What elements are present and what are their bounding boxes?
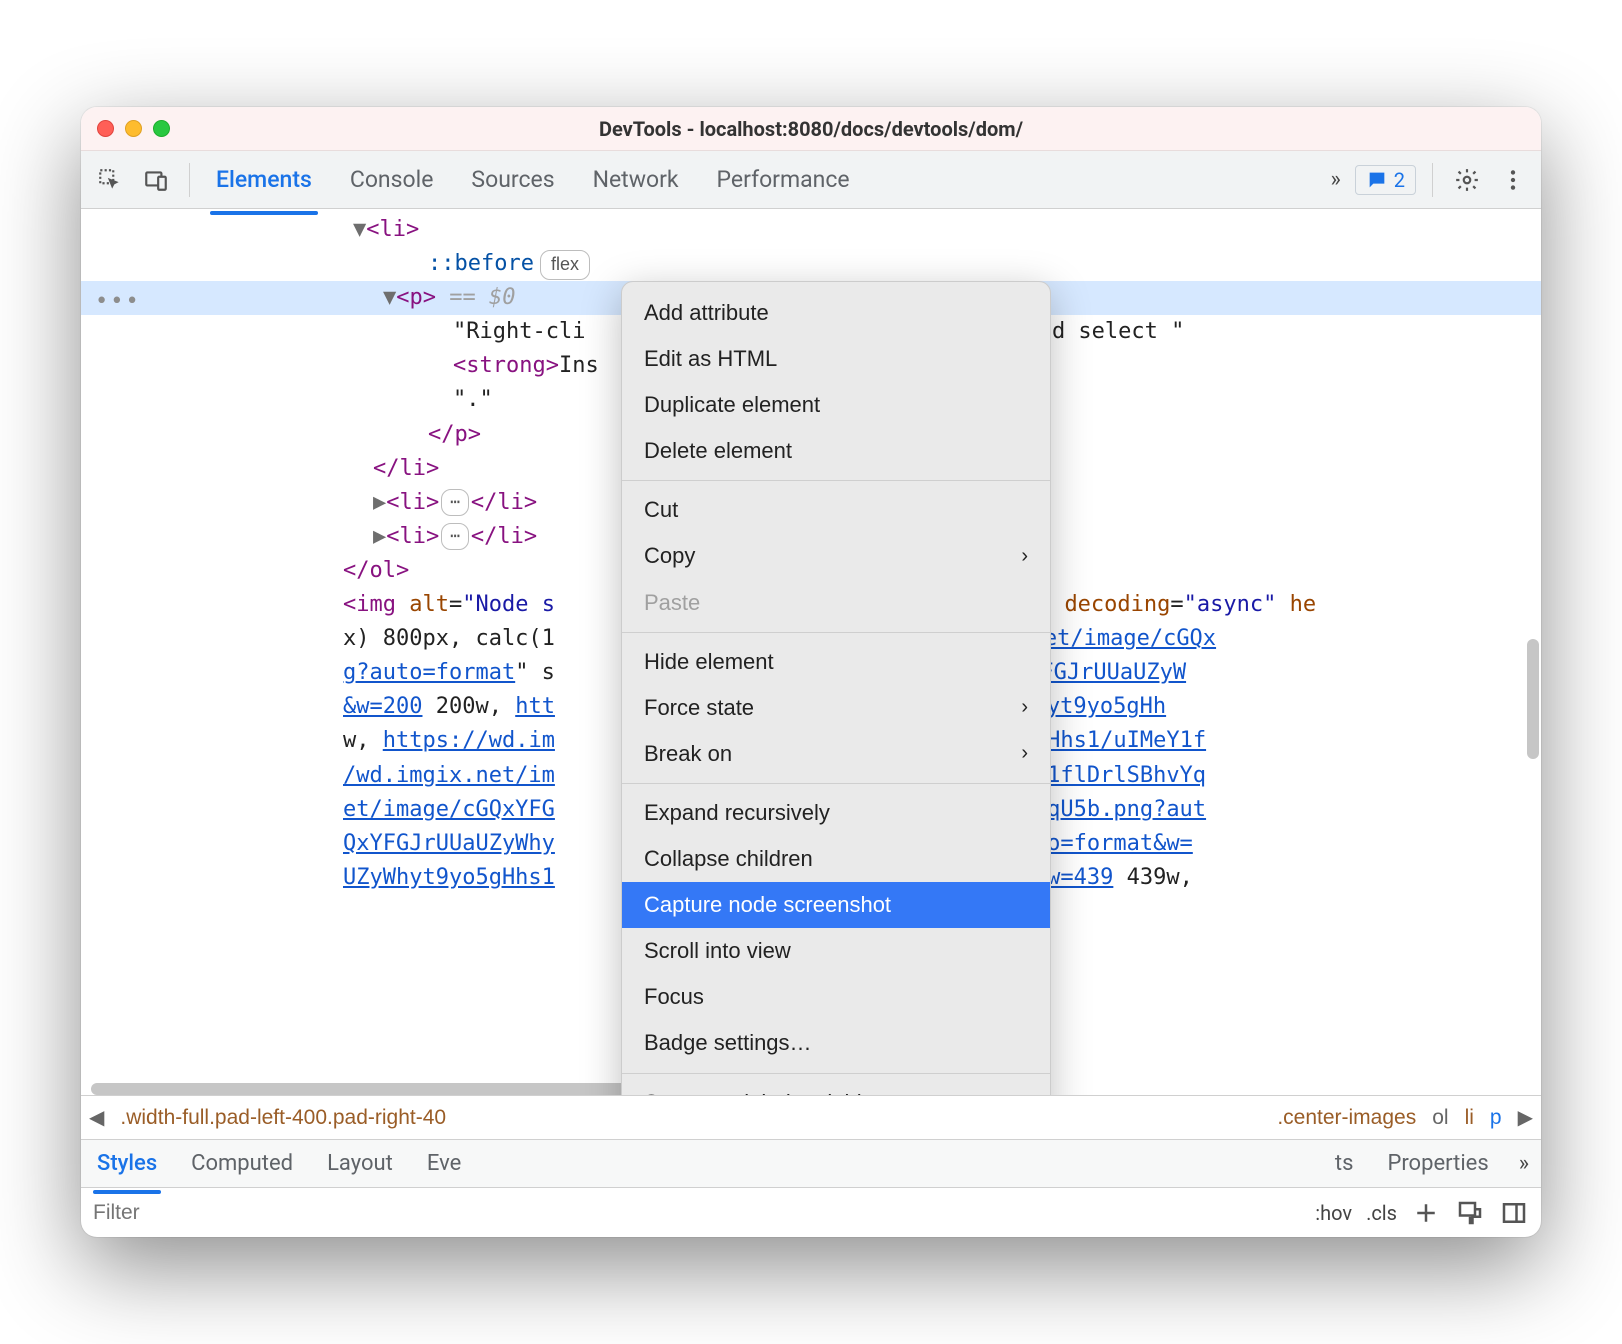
tab-console[interactable]: Console — [344, 156, 440, 203]
subtabs-overflow-icon[interactable]: » — [1519, 1151, 1529, 1176]
subtab-computed[interactable]: Computed — [187, 1143, 297, 1184]
chevron-right-icon: › — [1021, 692, 1028, 723]
kebab-menu-icon[interactable] — [1495, 162, 1531, 198]
breadcrumb-item[interactable]: .width-full.pad-left-400.pad-right-40 — [120, 1106, 446, 1130]
ctx-store-as-global[interactable]: Store as global variable — [622, 1080, 1050, 1096]
settings-gear-icon[interactable] — [1449, 162, 1485, 198]
ctx-duplicate-element[interactable]: Duplicate element — [622, 382, 1050, 428]
dom-text: "Right-cli — [453, 319, 585, 344]
ctx-edit-as-html[interactable]: Edit as HTML — [622, 336, 1050, 382]
collapsed-ellipsis-icon[interactable]: ⋯ — [441, 489, 469, 516]
pseudo-before[interactable]: ::before — [428, 251, 534, 276]
eq-dollar-zero: == $0 — [436, 285, 515, 310]
styles-filter-bar: :hov .cls — [81, 1187, 1541, 1237]
ctx-break-on[interactable]: Break on› — [622, 731, 1050, 777]
dom-tag-p-open: <p> — [396, 285, 436, 310]
close-window-button[interactable] — [97, 120, 114, 137]
styles-tabs: Styles Computed Layout Eve ts Properties… — [81, 1139, 1541, 1187]
ctx-badge-settings[interactable]: Badge settings… — [622, 1020, 1050, 1066]
issues-badge[interactable]: 2 — [1355, 165, 1416, 195]
chevron-left-icon[interactable]: ◀ — [89, 1105, 104, 1130]
url-link[interactable]: QxYFGJrUUaUZyWhy — [343, 831, 555, 856]
window-title: DevTools - localhost:8080/docs/devtools/… — [81, 117, 1541, 141]
ctx-collapse-children[interactable]: Collapse children — [622, 836, 1050, 882]
chevron-right-icon: › — [1021, 738, 1028, 769]
dom-tree[interactable]: ▼<li> ::beforeflex •••▼<p> == $0 "Right-… — [81, 209, 1541, 1095]
subtab-layout[interactable]: Layout — [323, 1143, 397, 1184]
chevron-right-icon[interactable]: ▶ — [1518, 1105, 1533, 1130]
ctx-capture-node-screenshot[interactable]: Capture node screenshot — [622, 882, 1050, 928]
ctx-delete-element[interactable]: Delete element — [622, 428, 1050, 474]
filter-input[interactable] — [93, 1201, 353, 1225]
dom-tag-img[interactable]: <img — [343, 592, 396, 617]
paint-icon[interactable] — [1455, 1198, 1485, 1228]
ctx-copy[interactable]: Copy› — [622, 533, 1050, 579]
collapsed-ellipsis-icon[interactable]: ⋯ — [441, 523, 469, 550]
dom-tag-li-close[interactable]: </li> — [373, 456, 439, 481]
dom-tag-strong[interactable]: <strong> — [453, 353, 559, 378]
url-link[interactable]: htt — [515, 694, 555, 719]
fullscreen-window-button[interactable] — [153, 120, 170, 137]
device-icon[interactable] — [137, 161, 175, 199]
ctx-add-attribute[interactable]: Add attribute — [622, 290, 1050, 336]
ctx-scroll-into-view[interactable]: Scroll into view — [622, 928, 1050, 974]
dom-tag-p-close[interactable]: </p> — [428, 422, 481, 447]
url-link[interactable]: /wd.imgix.net/im — [343, 763, 555, 788]
toolbar: Elements Console Sources Network Perform… — [81, 151, 1541, 209]
cls-toggle[interactable]: .cls — [1366, 1201, 1397, 1225]
breadcrumb-item[interactable]: ol — [1432, 1106, 1448, 1130]
panel-tabs: Elements Console Sources Network Perform… — [210, 156, 856, 203]
breadcrumb-item-current[interactable]: p — [1490, 1106, 1502, 1130]
subtab-properties[interactable]: Properties — [1383, 1143, 1492, 1184]
dom-tag-li[interactable]: <li> — [386, 490, 439, 515]
url-link[interactable]: https://wd.im — [383, 728, 555, 753]
toggle-panel-icon[interactable] — [1499, 1198, 1529, 1228]
subtab-trunc[interactable]: ts — [1331, 1143, 1358, 1184]
subtab-event-listeners[interactable]: Eve — [423, 1143, 465, 1184]
url-link[interactable]: &w=200 — [343, 694, 422, 719]
tab-elements[interactable]: Elements — [210, 156, 318, 203]
breadcrumb-item[interactable]: .center-images — [1277, 1106, 1416, 1130]
url-link[interactable]: g?auto=format — [343, 660, 515, 685]
chevron-right-icon: › — [1021, 541, 1028, 572]
ctx-expand-recursively[interactable]: Expand recursively — [622, 790, 1050, 836]
add-rule-plus-icon[interactable] — [1411, 1198, 1441, 1228]
breadcrumb: ◀ .width-full.pad-left-400.pad-right-40 … — [81, 1095, 1541, 1139]
tab-network[interactable]: Network — [587, 156, 685, 203]
dom-tag-ol-close[interactable]: </ol> — [343, 558, 409, 583]
ctx-hide-element[interactable]: Hide element — [622, 639, 1050, 685]
breadcrumb-item[interactable]: li — [1465, 1106, 1474, 1130]
minimize-window-button[interactable] — [125, 120, 142, 137]
traffic-lights — [97, 120, 170, 137]
tabs-overflow-icon[interactable]: » — [1326, 167, 1344, 192]
vertical-scrollbar[interactable] — [1527, 639, 1539, 759]
tab-sources[interactable]: Sources — [465, 156, 560, 203]
url-link[interactable]: UZyWhyt9yo5gHhs1 — [343, 865, 555, 890]
inspect-icon[interactable] — [91, 161, 129, 199]
ctx-paste: Paste — [622, 580, 1050, 626]
devtools-window: DevTools - localhost:8080/docs/devtools/… — [81, 107, 1541, 1237]
titlebar: DevTools - localhost:8080/docs/devtools/… — [81, 107, 1541, 151]
issues-count: 2 — [1394, 168, 1405, 192]
tab-performance[interactable]: Performance — [711, 156, 856, 203]
ctx-force-state[interactable]: Force state› — [622, 685, 1050, 731]
flex-badge[interactable]: flex — [540, 250, 590, 280]
subtab-styles[interactable]: Styles — [93, 1143, 161, 1184]
dom-tag-li[interactable]: <li> — [386, 524, 439, 549]
url-link[interactable]: et/image/cGQxYFG — [343, 797, 555, 822]
selected-row-menu-icon[interactable]: ••• — [95, 285, 141, 319]
context-menu: Add attribute Edit as HTML Duplicate ele… — [621, 281, 1051, 1095]
ctx-cut[interactable]: Cut — [622, 487, 1050, 533]
dom-tag-li-open[interactable]: <li> — [366, 217, 419, 242]
dom-text: "." — [453, 387, 493, 412]
ctx-focus[interactable]: Focus — [622, 974, 1050, 1020]
hov-toggle[interactable]: :hov — [1315, 1201, 1352, 1225]
